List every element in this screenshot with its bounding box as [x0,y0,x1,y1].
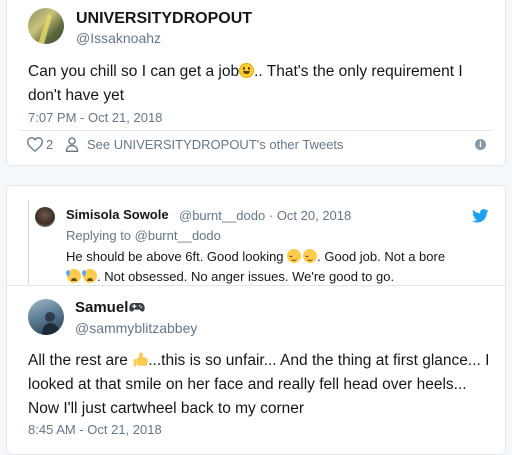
twitter-bird-icon[interactable] [472,209,489,223]
quoted-header: @burnt__dodo · Oct 20, 2018 [179,208,351,223]
quoted-handle[interactable]: @burnt__dodo [179,208,265,223]
quoted-display-name[interactable]: Simisola Sowole [66,207,169,222]
quoted-text-line1b: . Good job. Not a bore [317,249,446,264]
sad-sweat-face-emoji-icon [82,269,97,283]
reply-timestamp[interactable]: 8:45 AM - Oct 21, 2018 [28,422,162,437]
quoted-text-line1: He should be above 6ft. Good looking [66,249,288,264]
quoted-text: He should be above 6ft. Good looking . G… [66,247,486,287]
game-controller-icon [129,303,146,312]
tweet-card: UNIVERSITYDROPOUT @Issaknoahz Can you ch… [6,0,506,166]
quoted-date[interactable]: Oct 20, 2018 [277,208,351,223]
like-count: 2 [46,137,54,152]
divider [7,285,505,286]
sad-sweat-face-emoji-icon [66,269,81,283]
user-handle[interactable]: @Issaknoahz [76,30,161,46]
reply-text: All the rest are ...this is so unfair...… [28,349,498,421]
heart-icon [27,137,43,152]
relieved-face-emoji-icon [303,249,318,263]
divider [21,130,491,131]
tweet-text-part1: Can you chill so I can get a job [28,63,240,80]
see-other-tweets-link[interactable]: See UNIVERSITYDROPOUT's other Tweets [65,136,385,152]
avatar[interactable] [35,207,55,227]
see-other-tweets-label: See UNIVERSITYDROPOUT's other Tweets [87,137,344,152]
reply-display-name[interactable]: Samuel [75,299,146,316]
tweet-timestamp[interactable]: 7:07 PM - Oct 21, 2018 [28,110,162,125]
info-icon[interactable]: i [475,139,486,150]
relieved-face-emoji-icon [287,249,302,263]
quoted-text-line2: . Not obsessed. No anger issues. We're g… [97,269,395,284]
person-icon [65,137,79,152]
avatar[interactable] [28,8,64,44]
thumbs-up-emoji-icon [133,352,148,367]
avatar[interactable] [28,299,64,335]
reply-text-part1: All the rest are [28,352,133,369]
tweet-text: Can you chill so I can get a job.. That'… [28,60,498,108]
dot-separator: · [268,208,274,223]
reply-card: Simisola Sowole @burnt__dodo · Oct 20, 2… [6,185,506,455]
grinning-face-emoji-icon [239,63,255,78]
quote-bar [28,200,29,284]
reply-name-text: Samuel [75,299,129,316]
reply-handle[interactable]: @sammyblitzabbey [75,320,197,336]
display-name[interactable]: UNIVERSITYDROPOUT [76,10,252,28]
replying-to[interactable]: Replying to @burnt__dodo [66,228,221,243]
